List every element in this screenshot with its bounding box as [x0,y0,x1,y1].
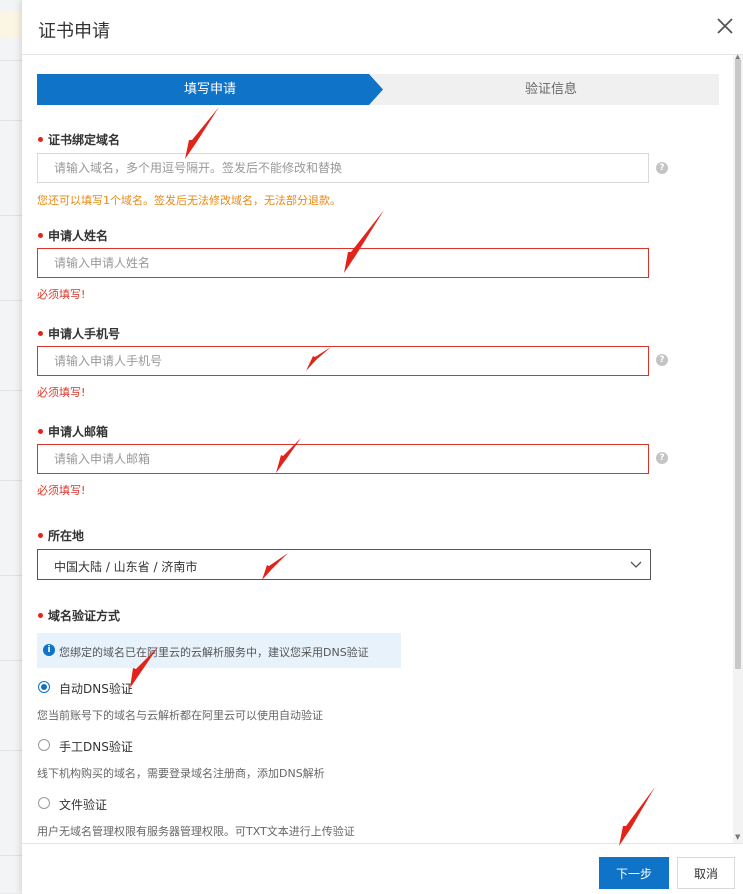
step-verify-info: 验证信息 [524,82,577,97]
required-dot [38,137,43,142]
applicant-email-label: 申请人邮箱 [38,423,108,440]
dialog-scrollbar[interactable]: ▲ ▼ [733,53,743,843]
background-divider [0,575,24,576]
background-divider [0,480,24,481]
verification-info-text: 您绑定的域名已在阿里云的云解析服务中，建议您采用DNS验证 [59,646,369,659]
step-fill-application: 填写申请 [37,74,383,105]
background-divider [0,60,24,61]
radio-auto-dns[interactable] [38,681,50,693]
applicant-name-label: 申请人姓名 [38,227,108,244]
background-divider [0,750,24,751]
chevron-down-icon [630,558,642,570]
background-page-strip [0,0,24,893]
radio-file-verify[interactable] [38,797,50,809]
radio-manual-dns-desc: 线下机构购买的域名，需要登录域名注册商，添加DNS解析 [37,767,325,780]
scrollbar-thumb[interactable] [735,59,741,669]
radio-file-verify-label[interactable]: 文件验证 [59,796,107,813]
applicant-email-error: 必须填写! [37,484,86,497]
background-divider [0,855,24,856]
close-icon[interactable] [713,14,737,38]
required-dot [38,331,43,336]
radio-auto-dns-label[interactable]: 自动DNS验证 [59,680,133,697]
background-divider [0,300,24,301]
applicant-phone-label-text: 申请人手机号 [48,327,121,341]
radio-manual-dns[interactable] [38,739,50,751]
location-label: 所在地 [38,527,84,544]
radio-file-verify-desc: 用户无域名管理权限有服务器管理权限。可TXT文本进行上传验证 [37,825,355,838]
applicant-phone-label: 申请人手机号 [38,325,120,342]
verification-method-label-text: 域名验证方式 [48,609,121,623]
required-dot [38,613,43,618]
background-divider [0,120,24,121]
background-divider [0,660,24,661]
location-value: 中国大陆 / 山东省 / 济南市 [54,560,198,574]
verification-info-box: i 您绑定的域名已在阿里云的云解析服务中，建议您采用DNS验证 [37,633,401,668]
phone-help-icon[interactable]: ? [656,354,668,366]
location-label-text: 所在地 [48,529,85,543]
domain-help-icon[interactable]: ? [656,162,668,174]
info-icon: i [43,644,55,656]
location-select[interactable]: 中国大陆 / 山东省 / 济南市 [37,549,651,580]
domain-input[interactable] [37,153,649,183]
applicant-name-error: 必须填写! [37,288,86,301]
required-dot [38,533,43,538]
radio-auto-dns-desc: 您当前账号下的域名与云解析都在阿里云可以使用自动验证 [37,709,323,722]
required-dot [38,429,43,434]
domain-label: 证书绑定域名 [38,131,120,148]
applicant-phone-error: 必须填写! [37,386,86,399]
background-divider [0,390,24,391]
verification-method-label: 域名验证方式 [38,607,120,624]
applicant-name-input[interactable] [37,248,649,278]
background-divider [0,215,24,216]
email-help-icon[interactable]: ? [656,452,668,464]
required-dot [38,233,43,238]
applicant-email-label-text: 申请人邮箱 [48,425,109,439]
dialog-header: 证书申请 [22,0,743,55]
applicant-name-label-text: 申请人姓名 [48,229,109,243]
domain-label-text: 证书绑定域名 [48,133,121,147]
cancel-button[interactable]: 取消 [677,857,735,889]
next-button[interactable]: 下一步 [599,857,669,889]
certificate-application-dialog: 证书申请 填写申请 验证信息 证书绑定域名 ? 您还可以填写1个域名。签发后无法… [22,0,743,894]
dialog-body: 填写申请 验证信息 证书绑定域名 ? 您还可以填写1个域名。签发后无法修改域名，… [22,55,732,843]
step-indicator: 填写申请 验证信息 [37,74,719,105]
dialog-footer: 下一步 取消 [22,843,743,894]
radio-manual-dns-label[interactable]: 手工DNS验证 [59,738,133,755]
domain-hint: 您还可以填写1个域名。签发后无法修改域名，无法部分退款。 [37,194,341,207]
scroll-down-icon[interactable]: ▼ [735,833,740,841]
dialog-title: 证书申请 [38,21,110,42]
background-highlight-row [0,12,24,38]
applicant-email-input[interactable] [37,444,649,474]
applicant-phone-input[interactable] [37,346,649,376]
